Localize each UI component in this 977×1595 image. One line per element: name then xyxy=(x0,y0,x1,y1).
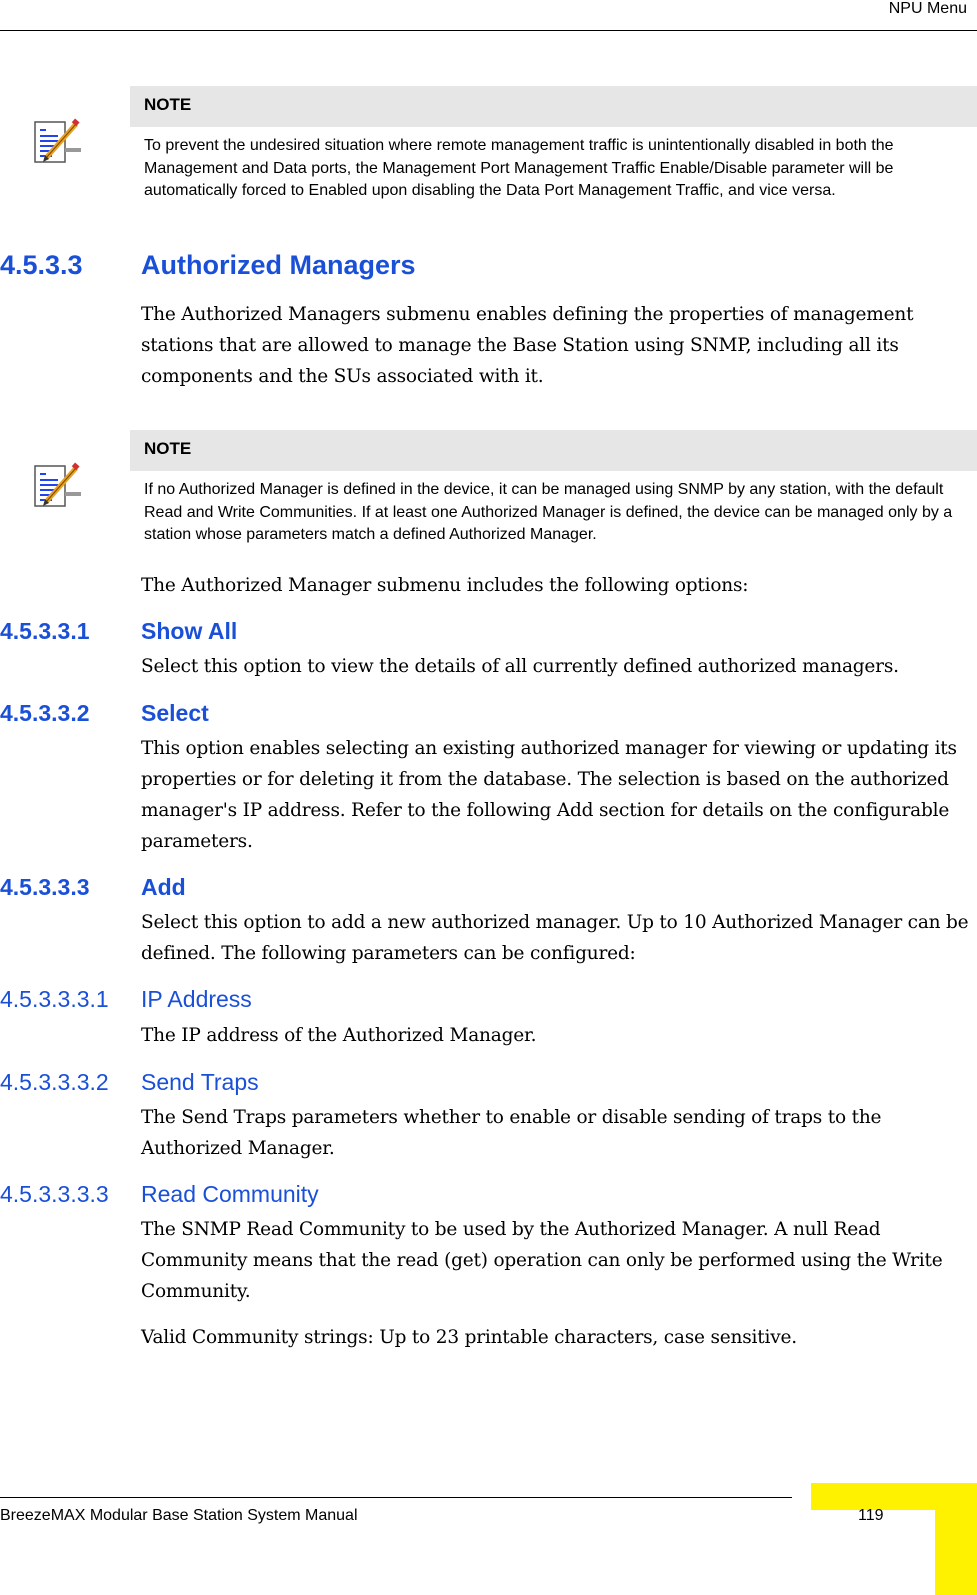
note-pencil-icon xyxy=(32,118,84,168)
parameter-title: IP Address xyxy=(141,986,252,1012)
note-title: NOTE xyxy=(130,86,977,127)
subsection-text-select: This option enables selecting an existin… xyxy=(141,738,957,852)
section-number: 4.5.3.3 xyxy=(0,250,83,280)
parameter-text-valid-strings: Valid Community strings: Up to 23 printa… xyxy=(141,1327,797,1348)
parameter-text-send-traps: The Send Traps parameters whether to ena… xyxy=(141,1107,882,1159)
subsection-title: Add xyxy=(141,874,186,900)
subsection-title: Show All xyxy=(141,618,238,644)
note-pencil-icon xyxy=(32,462,84,512)
parameter-text-read-community: The SNMP Read Community to be used by th… xyxy=(141,1219,943,1302)
note-content-2: NOTE If no Authorized Manager is defined… xyxy=(130,430,977,547)
parameter-title: Send Traps xyxy=(141,1069,259,1095)
parameter-title: Read Community xyxy=(141,1181,319,1207)
note-body: To prevent the undesired situation where… xyxy=(144,137,894,199)
subsection-title: Select xyxy=(141,700,209,726)
section-intro: The Authorized Managers submenu enables … xyxy=(141,304,914,387)
note-title: NOTE xyxy=(130,430,977,471)
subsection-text-show-all: Select this option to view the details o… xyxy=(141,656,899,677)
subsection-number: 4.5.3.3.2 xyxy=(0,700,90,726)
options-intro: The Authorized Manager submenu includes … xyxy=(141,575,749,596)
page-tab-marker-side xyxy=(935,1483,977,1595)
parameter-number: 4.5.3.3.3.1 xyxy=(0,986,109,1012)
parameter-number: 4.5.3.3.3.2 xyxy=(0,1069,109,1095)
header-section-title: NPU Menu xyxy=(888,0,967,17)
note-content-1: NOTE To prevent the undesired situation … xyxy=(130,86,977,203)
header-rule xyxy=(0,30,977,31)
subsection-number: 4.5.3.3.3 xyxy=(0,874,90,900)
section-title: Authorized Managers xyxy=(141,250,416,280)
parameter-number: 4.5.3.3.3.3 xyxy=(0,1181,109,1207)
subsection-text-add: Select this option to add a new authoriz… xyxy=(141,912,969,964)
note-body: If no Authorized Manager is defined in t… xyxy=(144,481,953,543)
page-number: 119 xyxy=(858,1507,884,1524)
footer-manual-title: BreezeMAX Modular Base Station System Ma… xyxy=(0,1507,358,1524)
footer-rule xyxy=(0,1497,792,1498)
subsection-number: 4.5.3.3.1 xyxy=(0,618,90,644)
parameter-text-ip-address: The IP address of the Authorized Manager… xyxy=(141,1025,537,1046)
